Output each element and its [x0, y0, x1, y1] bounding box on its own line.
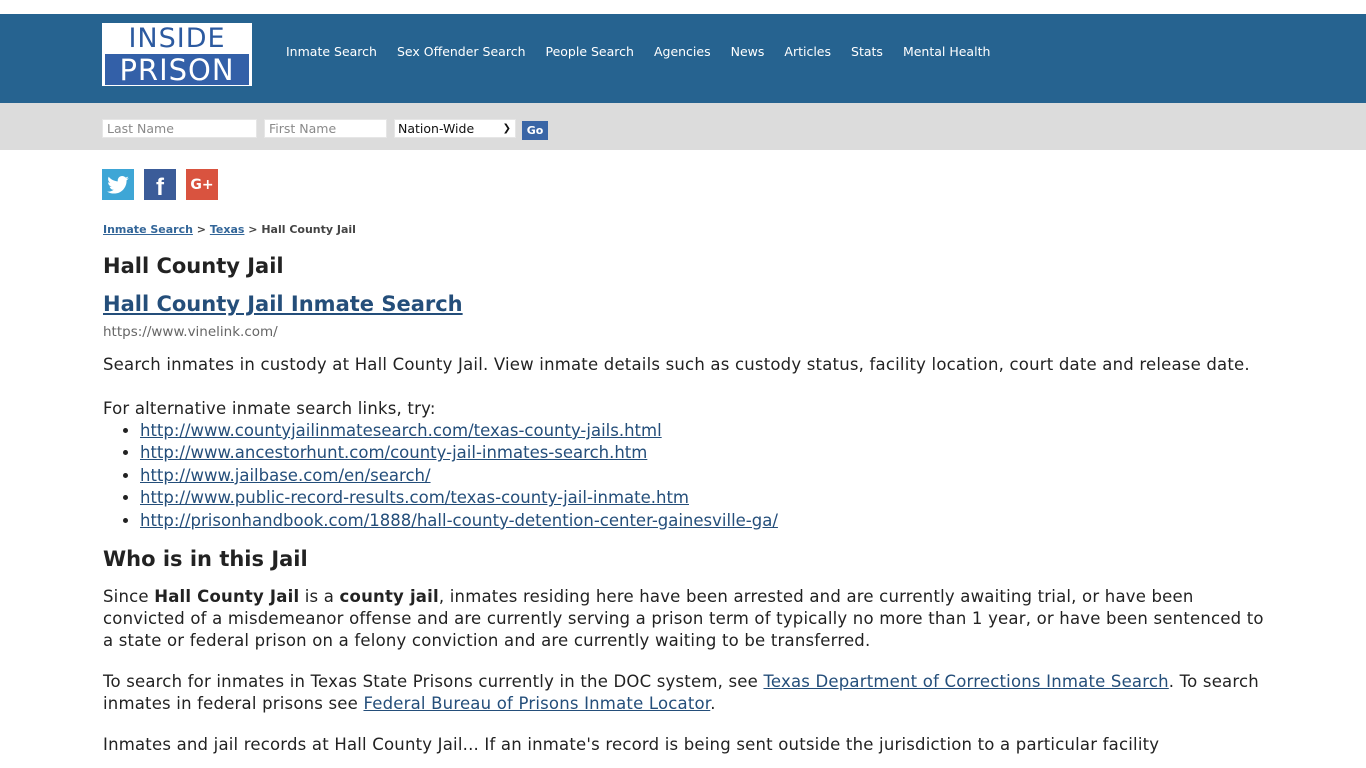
alt-link[interactable]: http://prisonhandbook.com/1888/hall-coun… [140, 511, 778, 530]
breadcrumb-inmate-search[interactable]: Inmate Search [103, 223, 193, 236]
logo-line-2: PRISON [105, 54, 249, 86]
facebook-icon[interactable]: f [144, 169, 176, 201]
list-item: http://www.public-record-results.com/tex… [140, 487, 1268, 509]
nav-mental-health[interactable]: Mental Health [903, 44, 990, 59]
list-item: http://www.jailbase.com/en/search/ [140, 465, 1268, 487]
text: Since [103, 587, 155, 607]
social-share: f G+ [102, 169, 218, 201]
scope-select-value: Nation-Wide [398, 121, 475, 136]
alt-link[interactable]: http://www.countyjailinmatesearch.com/te… [140, 421, 662, 440]
alt-link[interactable]: http://www.jailbase.com/en/search/ [140, 466, 431, 485]
result-url: https://www.vinelink.com/ [103, 324, 278, 340]
breadcrumb: Inmate Search > Texas > Hall County Jail [103, 222, 1268, 237]
text: . [710, 694, 716, 714]
breadcrumb-texas[interactable]: Texas [210, 223, 245, 236]
doc-paragraph: To search for inmates in Texas State Pri… [103, 671, 1268, 715]
page-title: Hall County Jail [103, 254, 284, 278]
facility-name: Hall County Jail [154, 587, 300, 607]
chevron-down-icon: ❯ [502, 123, 511, 134]
alt-link[interactable]: http://www.ancestorhunt.com/county-jail-… [140, 443, 647, 462]
alt-links-list: http://www.countyjailinmatesearch.com/te… [103, 420, 1268, 532]
text: To search for inmates in Texas State Pri… [103, 672, 764, 692]
facility-type: county jail [339, 587, 439, 607]
site-header: INSIDE PRISON Inmate Search Sex Offender… [0, 14, 1366, 103]
scope-select[interactable]: Nation-Wide ❯ [394, 119, 516, 138]
breadcrumb-separator: > [196, 223, 207, 236]
partial-paragraph: Inmates and jail records at Hall County … [103, 735, 1160, 755]
nav-news[interactable]: News [731, 44, 765, 59]
top-gap [0, 0, 1366, 14]
nav-inmate-search[interactable]: Inmate Search [286, 44, 377, 59]
list-item: http://prisonhandbook.com/1888/hall-coun… [140, 510, 1268, 532]
main-nav: Inmate Search Sex Offender Search People… [286, 44, 1010, 59]
last-name-input[interactable] [102, 119, 257, 138]
google-plus-icon[interactable]: G+ [186, 169, 218, 200]
logo-line-1: INSIDE [128, 23, 226, 54]
result-title-link[interactable]: Hall County Jail Inmate Search [103, 292, 463, 316]
breadcrumb-separator: > [248, 223, 258, 236]
list-item: http://www.ancestorhunt.com/county-jail-… [140, 442, 1268, 464]
first-name-input[interactable] [264, 119, 387, 138]
alt-links-intro: For alternative inmate search links, try… [103, 399, 436, 418]
site-logo[interactable]: INSIDE PRISON [102, 23, 252, 86]
alt-link[interactable]: http://www.public-record-results.com/tex… [140, 488, 689, 507]
nav-stats[interactable]: Stats [851, 44, 883, 59]
twitter-icon[interactable] [102, 169, 134, 200]
texas-doc-link[interactable]: Texas Department of Corrections Inmate S… [763, 672, 1168, 691]
breadcrumb-current: Hall County Jail [261, 223, 356, 236]
list-item: http://www.countyjailinmatesearch.com/te… [140, 420, 1268, 442]
text: is a [299, 587, 340, 607]
result-description: Search inmates in custody at Hall County… [103, 355, 1250, 374]
who-heading: Who is in this Jail [103, 547, 308, 572]
nav-sex-offender-search[interactable]: Sex Offender Search [397, 44, 526, 59]
federal-bop-link[interactable]: Federal Bureau of Prisons Inmate Locator [363, 694, 710, 713]
main-content: Inmate Search > Texas > Hall County Jail… [103, 222, 1268, 756]
result-title: Hall County Jail Inmate Search [103, 291, 1268, 317]
go-button[interactable]: Go [522, 121, 548, 140]
who-paragraph: Since Hall County Jail is a county jail,… [103, 586, 1268, 652]
search-bar: Nation-Wide ❯ Go [0, 103, 1366, 150]
nav-people-search[interactable]: People Search [546, 44, 634, 59]
nav-articles[interactable]: Articles [784, 44, 831, 59]
nav-agencies[interactable]: Agencies [654, 44, 711, 59]
